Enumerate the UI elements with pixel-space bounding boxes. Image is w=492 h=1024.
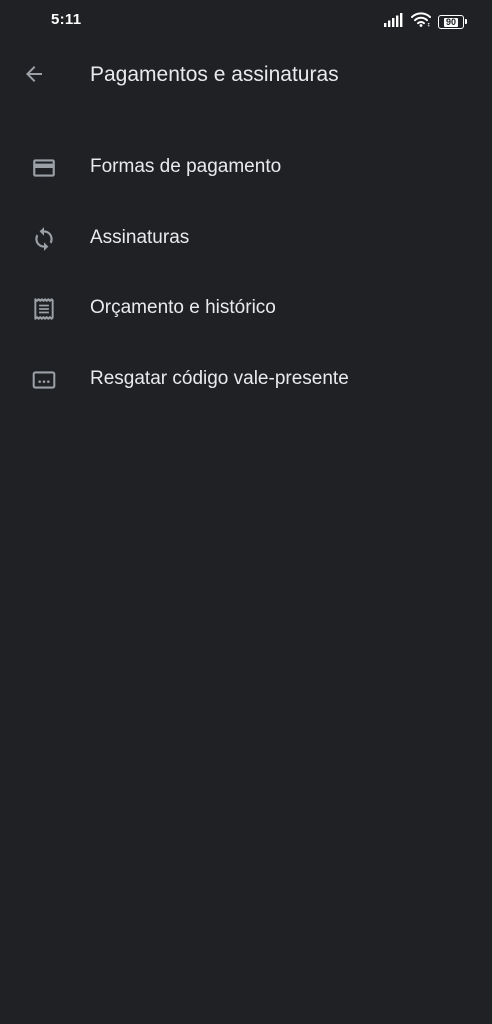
menu-item-label: Assinaturas <box>90 226 190 248</box>
menu-item-label: Resgatar código vale-presente <box>90 367 349 389</box>
battery-level: 90 <box>443 16 458 27</box>
menu-list: Formas de pagamento Assinaturas Orçament… <box>0 132 492 414</box>
menu-item-redeem-gift-code[interactable]: Resgatar código vale-presente <box>0 344 492 415</box>
menu-item-payment-methods[interactable]: Formas de pagamento <box>0 132 492 203</box>
menu-item-subscriptions[interactable]: Assinaturas <box>0 203 492 274</box>
battery-icon: 90 <box>438 15 467 29</box>
status-icons: ↕ 90 <box>384 12 467 32</box>
redeem-code-icon <box>30 366 58 394</box>
status-bar: 5:11 ↕ 90 <box>0 0 492 44</box>
wifi-icon: ↕ <box>411 12 431 32</box>
credit-card-icon <box>30 154 58 182</box>
menu-item-label: Formas de pagamento <box>90 156 282 177</box>
svg-text:↕: ↕ <box>427 23 431 28</box>
back-button[interactable] <box>18 60 50 92</box>
arrow-back-icon <box>22 62 46 91</box>
signal-icon <box>384 12 404 32</box>
status-time: 5:11 <box>51 11 82 28</box>
page-title: Pagamentos e assinaturas <box>90 63 339 86</box>
receipt-icon <box>30 295 58 323</box>
app-bar: Pagamentos e assinaturas <box>0 44 492 108</box>
menu-item-label: Orçamento e histórico <box>90 297 276 318</box>
sync-icon <box>30 225 58 253</box>
menu-item-budget-history[interactable]: Orçamento e histórico <box>0 273 492 344</box>
